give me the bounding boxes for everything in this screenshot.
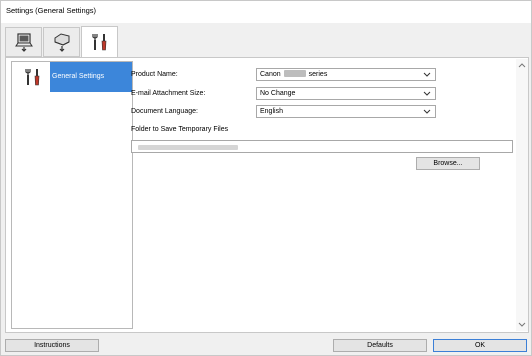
doc-language-value: English [260,108,283,115]
email-size-value: No Change [260,90,296,97]
scanner-panel-icon [54,33,69,52]
doc-language-select[interactable]: English [256,105,436,118]
settings-sidebar: General Settings [11,61,133,329]
browse-button[interactable]: Browse... [416,157,480,170]
product-name-label: Product Name: [131,71,178,78]
content-panel: General Settings Product Name: Canon seri… [5,57,529,333]
instructions-button[interactable]: Instructions [5,339,99,352]
chevron-down-icon [423,91,431,96]
scroll-down-icon[interactable] [518,320,526,328]
product-name-prefix: Canon [260,71,281,78]
window-title: Settings (General Settings) [6,6,97,15]
sidebar-item-general-settings[interactable]: General Settings [12,62,132,92]
settings-window: Settings (General Settings) General Sett… [0,0,532,356]
defaults-button[interactable]: Defaults [333,339,427,352]
tools-icon [25,69,40,86]
doc-language-label: Document Language: [131,108,198,115]
chevron-down-icon [423,109,431,114]
email-size-label: E-mail Attachment Size: [131,90,206,97]
temp-folder-label: Folder to Save Temporary Files [131,126,229,133]
chevron-down-icon [423,72,431,77]
product-name-suffix: series [308,71,328,78]
product-name-select[interactable]: Canon series [256,68,436,81]
email-size-select[interactable]: No Change [256,87,436,100]
tab-general-settings[interactable] [81,26,118,58]
redacted-model [283,70,306,77]
tab-scan-from-computer[interactable] [5,27,42,57]
scroll-up-icon[interactable] [518,62,526,70]
title-bar: Settings (General Settings) [1,1,531,23]
tools-icon [91,34,106,51]
ok-button[interactable]: OK [433,339,527,352]
sidebar-item-label: General Settings [50,62,132,92]
computer-scan-icon [14,33,33,52]
redacted-path [138,145,238,150]
vertical-scrollbar[interactable] [516,59,528,331]
temp-folder-input[interactable] [131,140,513,153]
tab-scan-from-panel[interactable] [43,27,80,57]
